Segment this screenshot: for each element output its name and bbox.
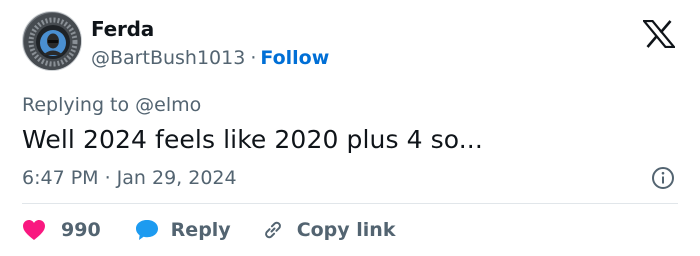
like-count: 990 [61, 219, 101, 241]
author-handle[interactable]: @BartBush1013 [91, 47, 245, 69]
copy-link-label: Copy link [296, 219, 396, 241]
like-button[interactable]: 990 [22, 219, 101, 241]
heart-icon [23, 220, 45, 240]
avatar[interactable] [22, 11, 82, 71]
follow-button[interactable]: Follow [260, 47, 329, 69]
reply-button[interactable]: Reply [135, 219, 231, 241]
reply-bubble-icon [135, 220, 158, 240]
separator-dot: · [250, 47, 257, 69]
link-icon [264, 221, 281, 239]
reply-label: Reply [170, 219, 231, 241]
x-logo-icon[interactable] [641, 19, 677, 49]
action-bar: 990 Reply Copy link [22, 217, 395, 243]
author-handle-line: @BartBush1013 · Follow [91, 47, 329, 69]
tweet-text: Well 2024 feels like 2020 plus 4 so... [22, 125, 483, 154]
tweet-timestamp[interactable]: 6:47 PM · Jan 29, 2024 [22, 167, 237, 189]
copy-link-button[interactable]: Copy link [261, 218, 396, 242]
author-name[interactable]: Ferda [91, 17, 154, 41]
divider [22, 203, 678, 204]
replying-to[interactable]: Replying to @elmo [22, 94, 201, 116]
profile-avatar-image [24, 13, 81, 70]
info-icon[interactable] [651, 166, 675, 190]
